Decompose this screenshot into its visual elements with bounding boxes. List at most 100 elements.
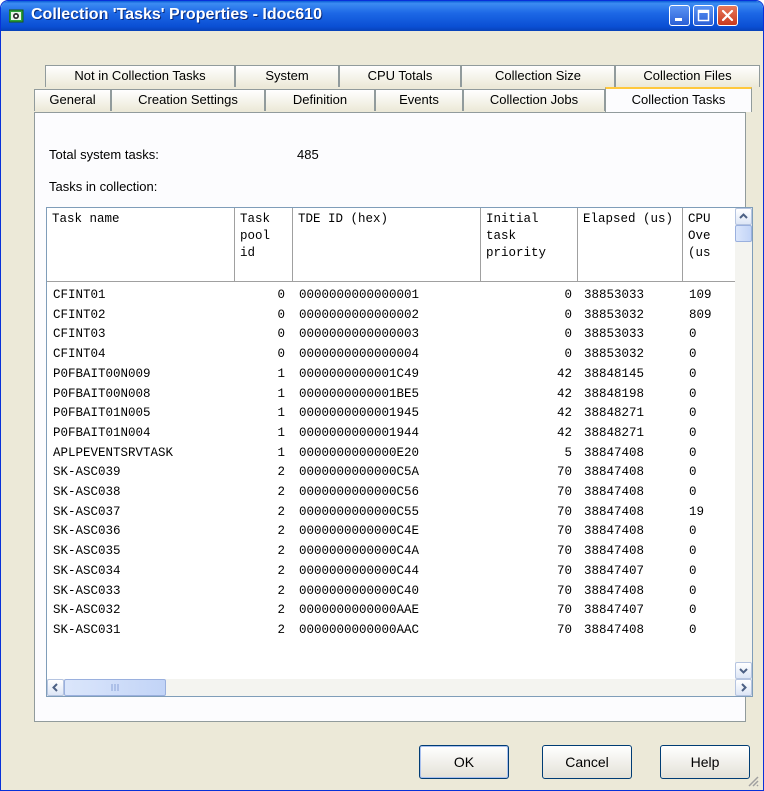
cell-elapsed: 38847407 bbox=[584, 603, 645, 618]
cell-task-name: CFINT04 bbox=[53, 347, 106, 362]
cell-initial-priority: 70 bbox=[556, 504, 572, 519]
cell-task-pool-id: 2 bbox=[277, 622, 285, 637]
cell-task-pool-id: 2 bbox=[277, 504, 285, 519]
table-row[interactable]: P0FBAIT01N004 1 0000000000001944 42 38848271… bbox=[47, 424, 737, 443]
cell-initial-priority: 42 bbox=[556, 366, 572, 381]
tab-not-in-collection-tasks[interactable]: Not in Collection Tasks bbox=[45, 65, 235, 87]
table-row[interactable]: P0FBAIT00N008 1 0000000000001BE5 42 38848198… bbox=[47, 385, 737, 404]
cell-cpu-overhead: 109 bbox=[689, 288, 712, 302]
cell-elapsed: 38847408 bbox=[584, 445, 645, 460]
tab-system[interactable]: System bbox=[235, 65, 339, 87]
table-row[interactable]: SK-ASC032 2 0000000000000AAE 70 38847407 0 bbox=[47, 601, 737, 620]
table-row[interactable]: SK-ASC036 2 0000000000000C4E 70 38847408 0 bbox=[47, 522, 737, 541]
ok-button[interactable]: OK bbox=[419, 745, 509, 779]
cell-tde-id: 0000000000000003 bbox=[299, 327, 420, 342]
cell-elapsed: 38848198 bbox=[584, 386, 645, 401]
tasks-list[interactable]: Task name Task pool id TDE ID (hex) Init… bbox=[46, 207, 753, 697]
scroll-down-button[interactable] bbox=[735, 662, 752, 679]
cell-initial-priority: 0 bbox=[564, 347, 572, 362]
title-bar[interactable]: Collection 'Tasks' Properties - Idoc610 bbox=[1, 1, 763, 31]
table-row[interactable]: P0FBAIT00N009 1 0000000000001C49 42 38848145… bbox=[47, 365, 737, 384]
cell-tde-id: 0000000000000004 bbox=[299, 347, 420, 362]
minimize-button[interactable] bbox=[669, 5, 690, 26]
cell-elapsed: 38848145 bbox=[584, 366, 645, 381]
cell-initial-priority: 70 bbox=[556, 544, 572, 559]
cell-task-pool-id: 0 bbox=[277, 327, 285, 342]
horizontal-scroll-thumb[interactable] bbox=[64, 679, 166, 696]
cell-initial-priority: 70 bbox=[556, 524, 572, 539]
cell-task-pool-id: 2 bbox=[277, 524, 285, 539]
table-row[interactable]: SK-ASC033 2 0000000000000C40 70 38847408 0 bbox=[47, 582, 737, 601]
tab-row-front: General Creation Settings Definition Eve… bbox=[34, 87, 752, 112]
table-row[interactable]: SK-ASC039 2 0000000000000C5A 70 38847408 0 bbox=[47, 463, 737, 482]
table-row[interactable]: SK-ASC038 2 0000000000000C56 70 38847408 0 bbox=[47, 483, 737, 502]
cell-task-name: SK-ASC039 bbox=[53, 465, 121, 480]
tab-definition[interactable]: Definition bbox=[265, 89, 375, 111]
cell-tde-id: 0000000000001C49 bbox=[299, 366, 420, 381]
column-header-elapsed[interactable]: Elapsed (us) bbox=[578, 208, 683, 282]
cell-cpu-overhead: 0 bbox=[689, 386, 697, 401]
vertical-scrollbar[interactable] bbox=[735, 208, 752, 679]
table-row[interactable]: CFINT02 0 0000000000000002 0 38853032 809 bbox=[47, 306, 737, 325]
cell-task-name: P0FBAIT00N009 bbox=[53, 366, 151, 381]
cell-cpu-overhead: 0 bbox=[689, 524, 697, 539]
tab-collection-size[interactable]: Collection Size bbox=[461, 65, 615, 87]
cell-task-pool-id: 1 bbox=[277, 425, 285, 440]
column-header-task-pool-id[interactable]: Task pool id bbox=[235, 208, 293, 282]
cell-task-name: CFINT02 bbox=[53, 307, 106, 322]
column-header-cpu-overhead[interactable]: CPU Ove (us bbox=[683, 208, 739, 282]
cell-task-name: SK-ASC032 bbox=[53, 603, 121, 618]
table-row[interactable]: SK-ASC037 2 0000000000000C55 70 38847408 19 bbox=[47, 503, 737, 522]
column-header-task-name[interactable]: Task name bbox=[47, 208, 235, 282]
column-header-initial-priority[interactable]: Initial task priority bbox=[481, 208, 578, 282]
cell-initial-priority: 70 bbox=[556, 622, 572, 637]
table-row[interactable]: CFINT04 0 0000000000000004 0 38853032 0 bbox=[47, 345, 737, 364]
tab-collection-files[interactable]: Collection Files bbox=[615, 65, 760, 87]
close-button[interactable] bbox=[717, 5, 738, 26]
cancel-button[interactable]: Cancel bbox=[542, 745, 632, 779]
table-row[interactable]: SK-ASC035 2 0000000000000C4A 70 38847408 0 bbox=[47, 542, 737, 561]
horizontal-scrollbar[interactable] bbox=[47, 679, 752, 696]
cell-task-name: SK-ASC036 bbox=[53, 524, 121, 539]
cell-tde-id: 0000000000000C55 bbox=[299, 504, 420, 519]
scroll-right-button[interactable] bbox=[735, 679, 752, 696]
table-row[interactable]: CFINT01 0 0000000000000001 0 38853033 109 bbox=[47, 286, 737, 305]
tab-cpu-totals[interactable]: CPU Totals bbox=[339, 65, 461, 87]
scroll-up-button[interactable] bbox=[735, 208, 752, 225]
table-row[interactable]: CFINT03 0 0000000000000003 0 38853033 0 bbox=[47, 325, 737, 344]
cell-elapsed: 38853032 bbox=[584, 307, 645, 322]
cell-cpu-overhead: 0 bbox=[689, 544, 697, 559]
column-header-tde-id[interactable]: TDE ID (hex) bbox=[293, 208, 481, 282]
table-row[interactable]: SK-ASC031 2 0000000000000AAC 70 38847408 0 bbox=[47, 621, 737, 640]
tab-collection-jobs[interactable]: Collection Jobs bbox=[463, 89, 605, 111]
cell-elapsed: 38848271 bbox=[584, 425, 645, 440]
cell-initial-priority: 0 bbox=[564, 288, 572, 302]
vertical-scroll-thumb[interactable] bbox=[735, 225, 752, 242]
tab-events[interactable]: Events bbox=[375, 89, 463, 111]
tab-collection-tasks[interactable]: Collection Tasks bbox=[605, 87, 752, 112]
table-row[interactable]: P0FBAIT01N005 1 0000000000001945 42 38848271… bbox=[47, 404, 737, 423]
cell-task-pool-id: 2 bbox=[277, 544, 285, 559]
cell-initial-priority: 70 bbox=[556, 485, 572, 499]
cell-task-name: SK-ASC035 bbox=[53, 544, 121, 559]
cell-task-name: SK-ASC034 bbox=[53, 563, 121, 578]
cell-task-pool-id: 1 bbox=[277, 445, 285, 460]
cell-tde-id: 0000000000001BE5 bbox=[299, 386, 420, 401]
cell-elapsed: 38847407 bbox=[584, 563, 645, 578]
maximize-button[interactable] bbox=[693, 5, 714, 26]
cell-task-pool-id: 2 bbox=[277, 465, 285, 480]
table-row[interactable]: SK-ASC034 2 0000000000000C44 70 38847407 0 bbox=[47, 562, 737, 581]
cell-task-name: CFINT03 bbox=[53, 327, 106, 342]
cell-task-pool-id: 2 bbox=[277, 603, 285, 618]
tab-general[interactable]: General bbox=[34, 89, 111, 111]
resize-grip-icon[interactable] bbox=[747, 775, 759, 787]
cell-tde-id: 0000000000001945 bbox=[299, 406, 420, 421]
cell-initial-priority: 0 bbox=[564, 327, 572, 342]
cell-task-pool-id: 2 bbox=[277, 485, 285, 499]
cell-task-pool-id: 2 bbox=[277, 563, 285, 578]
cell-cpu-overhead: 0 bbox=[689, 603, 697, 618]
table-row[interactable]: APLPEVENTSRVTASK 1 0000000000000E20 5 388474… bbox=[47, 444, 737, 463]
help-button[interactable]: Help bbox=[660, 745, 750, 779]
scroll-left-button[interactable] bbox=[47, 679, 64, 696]
tab-creation-settings[interactable]: Creation Settings bbox=[111, 89, 265, 111]
